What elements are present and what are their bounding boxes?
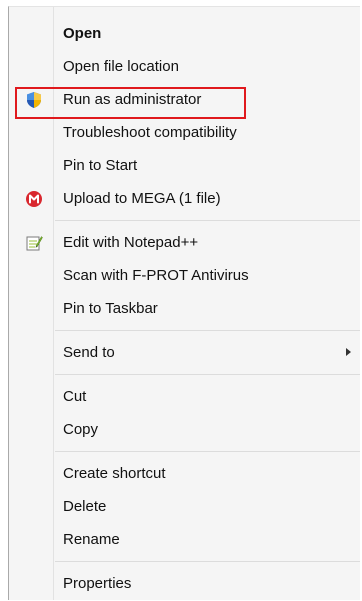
- mega-icon: [25, 190, 43, 208]
- menu-item-create-shortcut[interactable]: Create shortcut: [9, 459, 361, 489]
- menu-item-open-file-location[interactable]: Open file location: [9, 52, 361, 82]
- menu-item-properties[interactable]: Properties: [9, 569, 361, 599]
- menu-item-troubleshoot-compatibility[interactable]: Troubleshoot compatibility: [9, 118, 361, 148]
- menu-item-upload-to-mega[interactable]: Upload to MEGA (1 file): [9, 184, 361, 214]
- menu-item-label: Scan with F-PROT Antivirus: [63, 267, 249, 284]
- menu-item-label: Properties: [63, 575, 132, 592]
- menu-item-delete[interactable]: Delete: [9, 492, 361, 522]
- highlight-annotation-box: [15, 87, 246, 119]
- menu-item-label: Open: [63, 25, 102, 42]
- menu-item-label: Pin to Start: [63, 157, 138, 174]
- menu-item-label: Send to: [63, 344, 115, 361]
- menu-item-label: Rename: [63, 531, 120, 548]
- menu-separator: [55, 561, 360, 562]
- menu-separator: [55, 451, 360, 452]
- menu-item-edit-with-notepadpp[interactable]: Edit with Notepad++: [9, 228, 361, 258]
- menu-item-label: Troubleshoot compatibility: [63, 124, 237, 141]
- menu-separator: [55, 330, 360, 331]
- menu-item-pin-to-start[interactable]: Pin to Start: [9, 151, 361, 181]
- menu-item-label: Open file location: [63, 58, 179, 75]
- context-menu: Open Open file location Run as administr…: [8, 6, 360, 600]
- menu-item-label: Upload to MEGA (1 file): [63, 190, 221, 207]
- notepadpp-icon: [25, 234, 43, 252]
- menu-item-label: Pin to Taskbar: [63, 300, 158, 317]
- menu-item-copy[interactable]: Copy: [9, 415, 361, 445]
- menu-item-label: Edit with Notepad++: [63, 234, 199, 251]
- menu-item-label: Copy: [63, 421, 99, 438]
- menu-item-pin-to-taskbar[interactable]: Pin to Taskbar: [9, 294, 361, 324]
- menu-item-label: Create shortcut: [63, 465, 166, 482]
- menu-item-cut[interactable]: Cut: [9, 382, 361, 412]
- menu-item-label: Delete: [63, 498, 107, 515]
- menu-item-rename[interactable]: Rename: [9, 525, 361, 555]
- menu-item-label: Cut: [63, 388, 87, 405]
- menu-separator: [55, 374, 360, 375]
- menu-item-send-to[interactable]: Send to: [9, 338, 361, 368]
- menu-separator: [55, 220, 360, 221]
- submenu-arrow-icon: [346, 348, 351, 356]
- menu-item-scan-with-fprot[interactable]: Scan with F-PROT Antivirus: [9, 261, 361, 291]
- menu-item-open[interactable]: Open: [9, 19, 361, 49]
